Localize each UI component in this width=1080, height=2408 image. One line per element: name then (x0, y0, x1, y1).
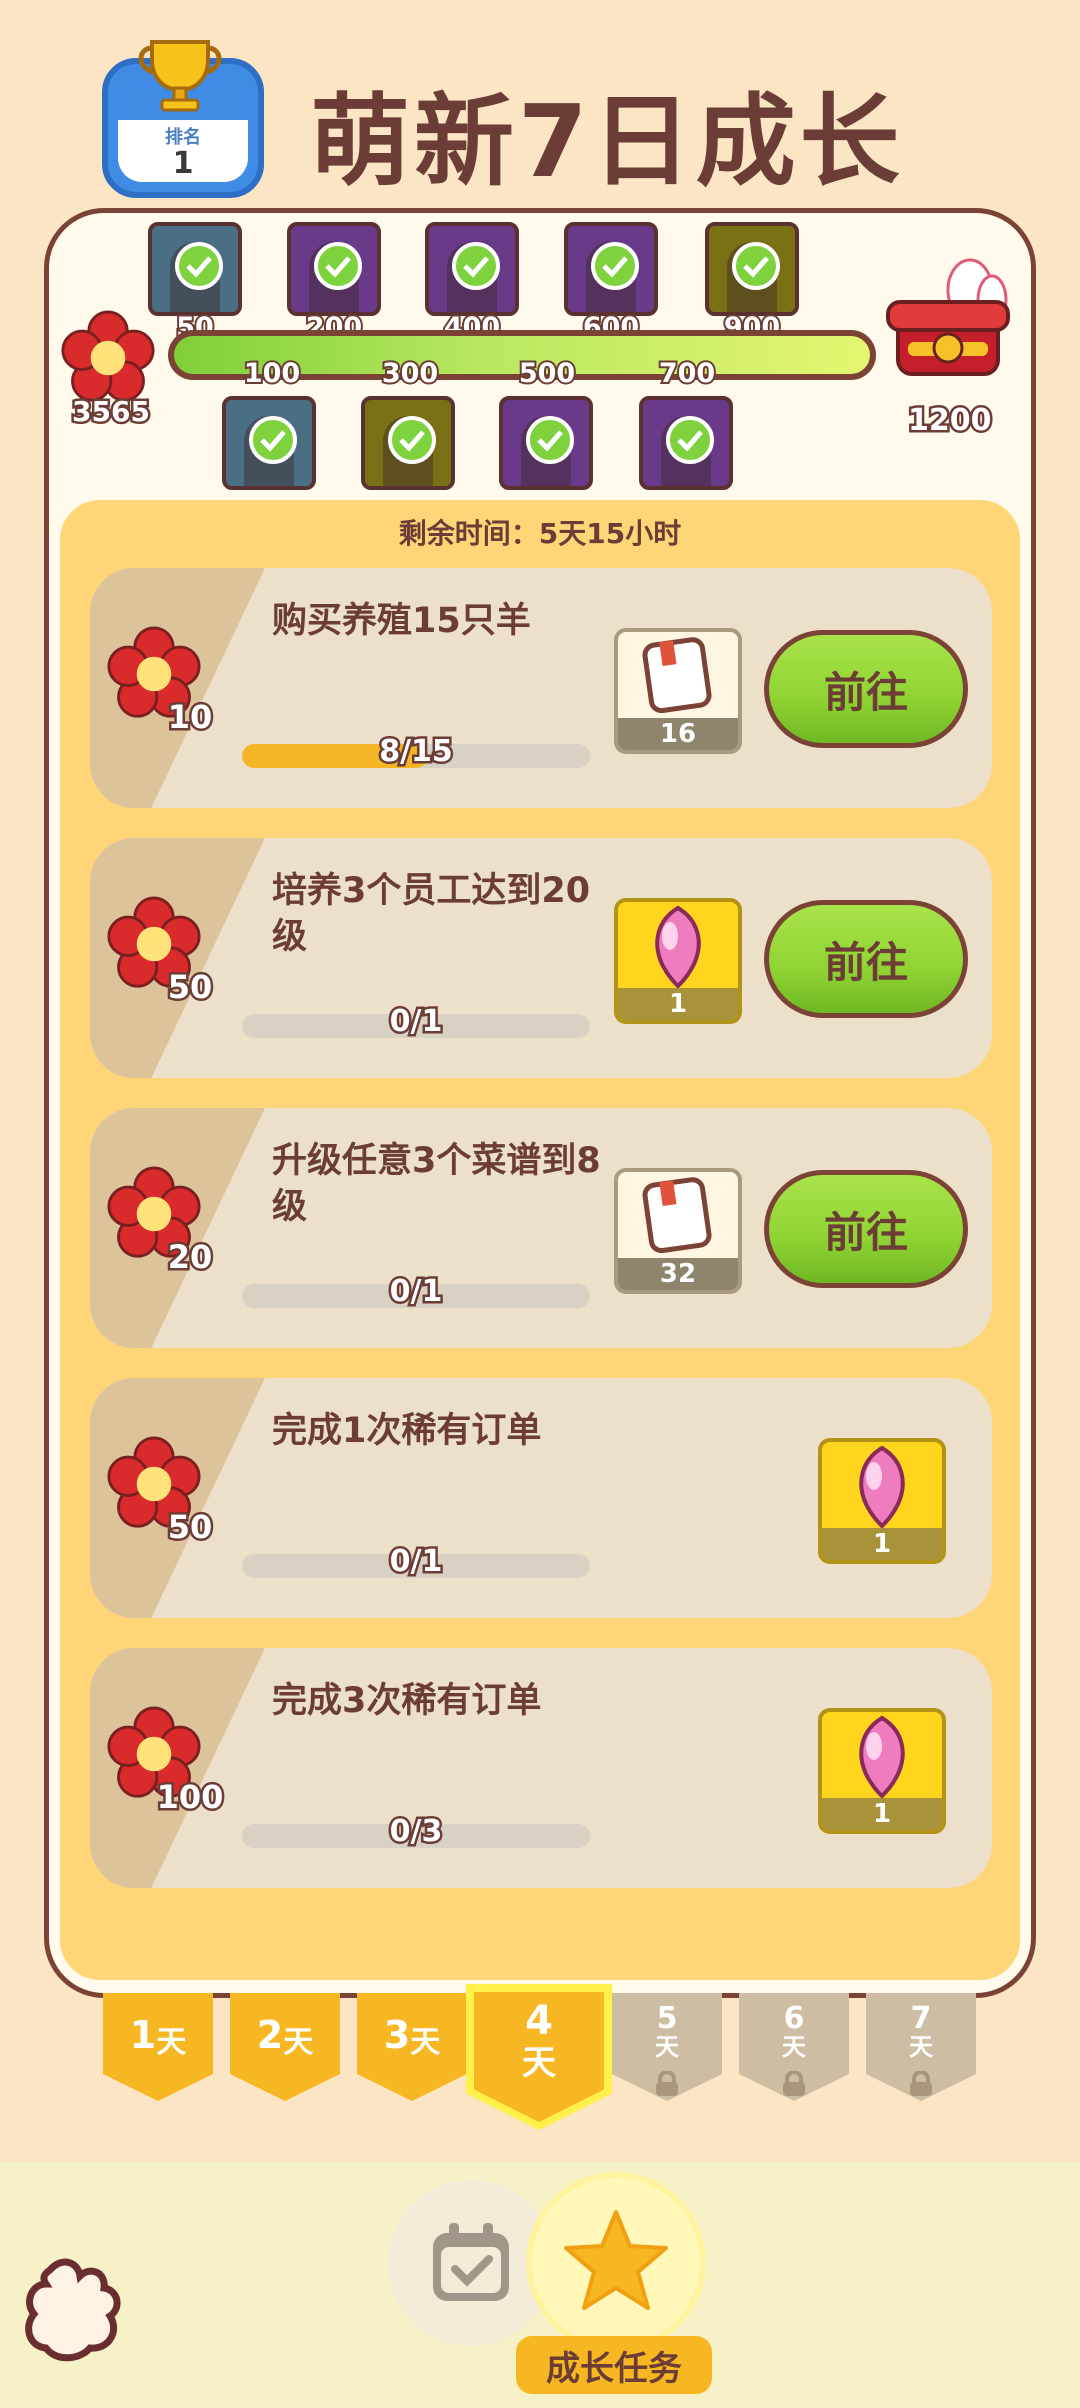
check-icon (249, 416, 297, 464)
calendar-check-icon (433, 2223, 509, 2301)
reward-count: 32 (618, 1258, 738, 1290)
task-description: 完成1次稀有订单 (272, 1411, 542, 1451)
task-card: 100 完成3次稀有订单 0/3 1 (90, 1648, 992, 1888)
check-icon (591, 242, 639, 290)
task-points: 100 (154, 1776, 226, 1819)
milestone-reward-400[interactable] (425, 222, 519, 316)
task-reward[interactable]: 32 (614, 1168, 742, 1294)
growth-tasks-label: 成长任务 (516, 2336, 712, 2394)
reward-count: 1 (822, 1798, 942, 1830)
task-progress-text: 8/15 (377, 732, 456, 772)
day-tab-5[interactable]: 5天 (612, 1993, 722, 2101)
milestone-reward-700[interactable] (639, 396, 733, 490)
task-card: 50 完成1次稀有订单 0/1 1 (90, 1378, 992, 1618)
chest-points: 1200 (906, 401, 994, 441)
time-remaining: 剩余时间：5天15小时 (398, 517, 682, 550)
check-icon (175, 242, 223, 290)
pink-gem-icon (655, 905, 701, 989)
task-reward[interactable]: 1 (614, 898, 742, 1024)
milestone-reward-600[interactable] (564, 222, 658, 316)
task-reward[interactable]: 1 (818, 1438, 946, 1564)
total-points: 3565 (70, 393, 153, 431)
task-reward[interactable]: 1 (818, 1708, 946, 1834)
task-description: 升级任意3个菜谱到8级 (272, 1141, 601, 1227)
task-progress-text: 0/1 (387, 1272, 445, 1312)
milestone-reward-300[interactable] (361, 396, 455, 490)
milestone-label: 500 (517, 356, 577, 391)
milestone-reward-200[interactable] (287, 222, 381, 316)
pink-gem-icon (859, 1445, 905, 1529)
milestone-reward-50[interactable] (148, 222, 242, 316)
gift-box-icon[interactable] (880, 250, 1020, 400)
milestone-reward-500[interactable] (499, 396, 593, 490)
reward-count: 16 (618, 718, 738, 750)
task-points: 20 (165, 1236, 215, 1279)
growth-tasks-tab-button[interactable] (526, 2172, 706, 2352)
task-progress-text: 0/1 (387, 1002, 445, 1042)
task-card: 50 培养3个员工达到20级 0/1 1 前往 (90, 838, 992, 1078)
back-paw-button[interactable] (20, 2250, 130, 2366)
task-points: 10 (165, 696, 215, 739)
trophy-icon (138, 40, 222, 112)
day-tab-7[interactable]: 7天 (866, 1993, 976, 2101)
day-tab-4[interactable]: 4 天 (466, 1984, 612, 2130)
day-tab-6[interactable]: 6天 (739, 1993, 849, 2101)
task-card: 20 升级任意3个菜谱到8级 0/1 32 前往 (90, 1108, 992, 1348)
task-points: 50 (165, 966, 215, 1009)
check-icon (314, 242, 362, 290)
check-icon (732, 242, 780, 290)
task-progress-text: 0/1 (387, 1542, 445, 1582)
task-points: 50 (165, 1506, 215, 1549)
page-title: 萌新7日成长 (310, 83, 904, 200)
milestone-reward-100[interactable] (222, 396, 316, 490)
day-tab-2[interactable]: 2天 (230, 1993, 340, 2101)
book-icon (642, 637, 712, 714)
task-description: 购买养殖15只羊 (272, 601, 531, 641)
check-icon (452, 242, 500, 290)
lock-icon (783, 2071, 805, 2096)
milestone-label: 100 (242, 356, 302, 391)
task-description: 完成3次稀有订单 (272, 1681, 542, 1721)
reward-count: 1 (618, 988, 738, 1020)
lock-icon (656, 2071, 678, 2096)
task-description: 培养3个员工达到20级 (272, 871, 591, 957)
flower-points-icon (61, 310, 155, 402)
book-icon (642, 1177, 712, 1254)
pink-gem-icon (859, 1715, 905, 1799)
milestone-label: 700 (657, 356, 717, 391)
check-icon (666, 416, 714, 464)
milestone-label: 300 (380, 356, 440, 391)
check-icon (388, 416, 436, 464)
reward-count: 1 (822, 1528, 942, 1560)
go-button[interactable]: 前往 (764, 900, 968, 1018)
go-button[interactable]: 前往 (764, 630, 968, 748)
check-icon (526, 416, 574, 464)
go-button[interactable]: 前往 (764, 1170, 968, 1288)
day-tab-1[interactable]: 1天 (103, 1993, 213, 2101)
task-progress-text: 0/3 (387, 1812, 445, 1852)
lock-icon (910, 2071, 932, 2096)
task-reward[interactable]: 16 (614, 628, 742, 754)
star-icon (564, 2210, 668, 2310)
task-card: 10 购买养殖15只羊 8/15 16 前往 (90, 568, 992, 808)
day-tab-3[interactable]: 3天 (357, 1993, 467, 2101)
milestone-reward-900[interactable] (705, 222, 799, 316)
rank-value: 1 (172, 146, 194, 181)
